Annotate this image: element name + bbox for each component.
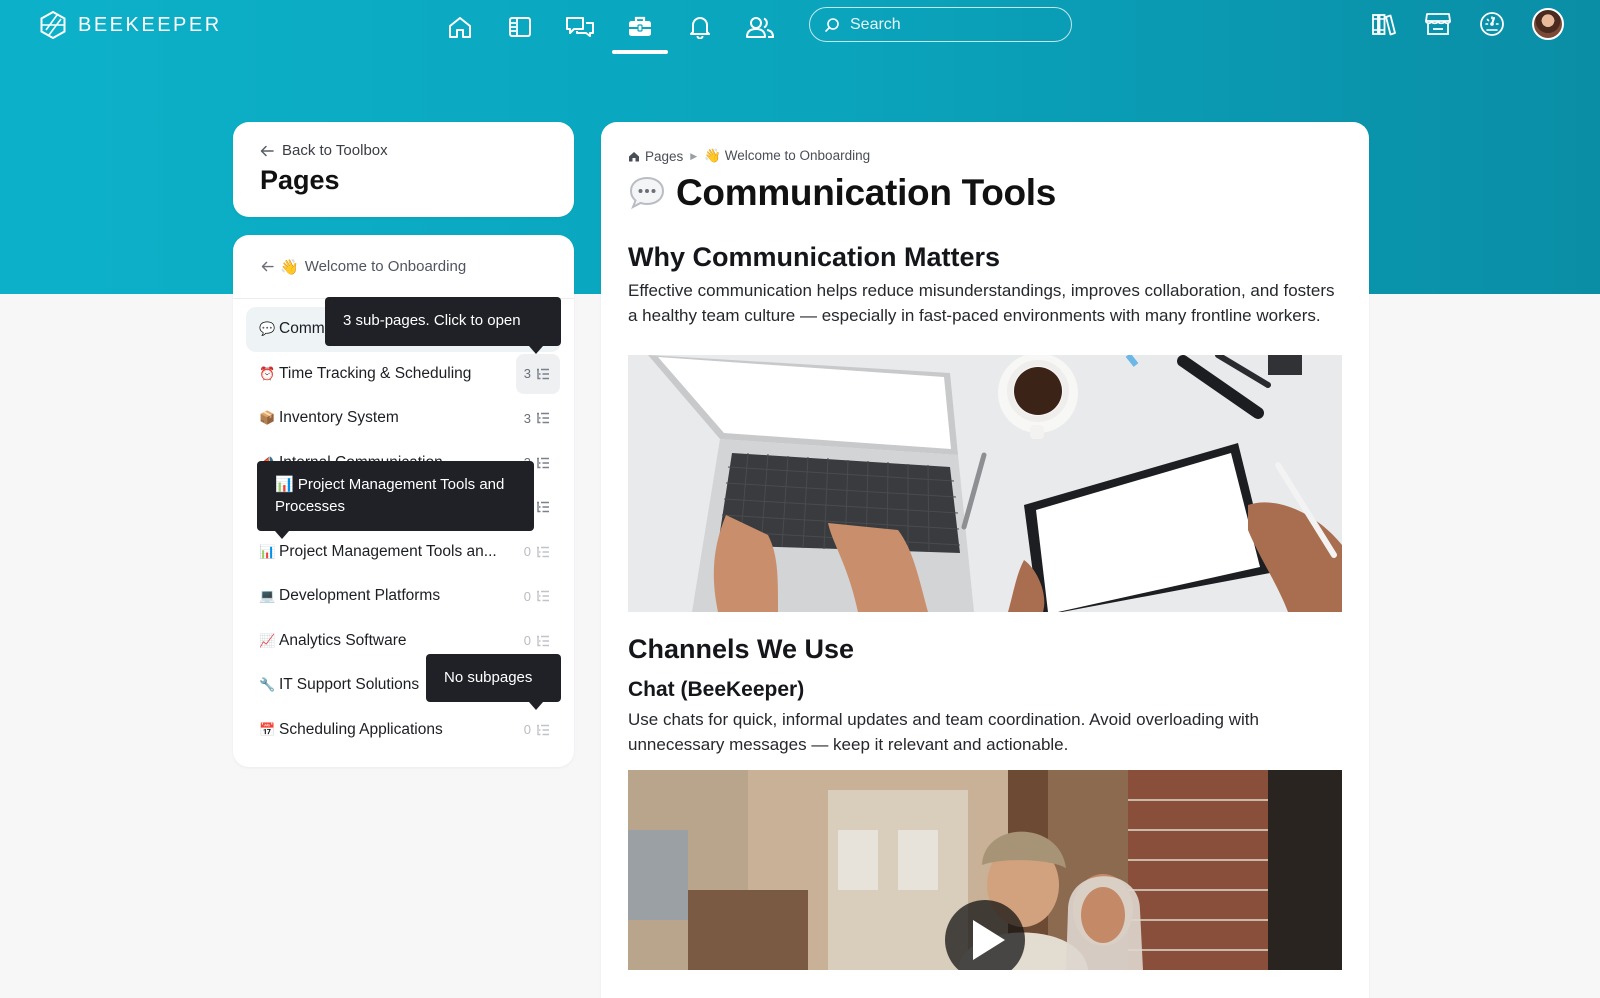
list-tree-icon[interactable]	[536, 634, 554, 648]
subpage-count[interactable]: 0	[517, 544, 531, 559]
laptop-tablet-illustration	[628, 355, 1342, 612]
breadcrumb-pages[interactable]: Pages	[628, 149, 683, 164]
back-to-toolbox-label: Back to Toolbox	[282, 142, 388, 159]
beekeeper-logo-icon	[40, 10, 66, 40]
subpage-label: Scheduling Applications	[279, 720, 443, 738]
speech-bubble-icon	[629, 176, 665, 210]
breadcrumb: Pages ▶ 👋 Welcome to Onboarding	[628, 148, 1342, 164]
search-icon	[825, 17, 839, 32]
subpage-emoji: 📊	[259, 543, 276, 559]
workspace-image[interactable]	[628, 355, 1342, 612]
nav-notifications[interactable]	[670, 0, 730, 54]
subpage-count[interactable]: 3	[517, 366, 531, 381]
nav-toolbox[interactable]	[610, 0, 670, 54]
home-icon	[629, 151, 639, 161]
people-icon	[746, 17, 775, 38]
full-title-tooltip: 📊 Project Management Tools and Processes	[257, 461, 534, 539]
search-box[interactable]	[809, 7, 1072, 42]
subpage-emoji: ⏰	[259, 365, 276, 381]
cafe-photo-illustration	[628, 770, 1342, 970]
header-actions	[1366, 6, 1564, 42]
pages-header-card: Back to Toolbox Pages	[233, 122, 574, 217]
parent-page-link[interactable]: 👋 Welcome to Onboarding	[233, 235, 574, 299]
search-input[interactable]	[850, 15, 1050, 34]
subpage-emoji: 📦	[259, 410, 276, 426]
subpage-count[interactable]: 0	[517, 589, 531, 604]
subpage-item[interactable]: 📦 Inventory System 3	[246, 396, 561, 441]
arrow-left-icon	[261, 261, 274, 272]
subpage-emoji: 💬	[259, 321, 276, 337]
dashboard-icon	[1480, 12, 1504, 36]
subpage-label: Development Platforms	[279, 587, 441, 605]
section-subheading-chat: Chat (BeeKeeper)	[628, 678, 805, 701]
subpage-emoji: 📅	[259, 721, 276, 737]
subpage-label: Inventory System	[279, 409, 399, 427]
bell-icon	[690, 17, 710, 39]
store-icon	[1425, 13, 1451, 35]
section-paragraph-why: Effective communication helps reduce mis…	[628, 281, 1335, 325]
subpage-count[interactable]: 3	[517, 411, 531, 426]
breadcrumb-pages-label: Pages	[645, 148, 684, 164]
chat-icon	[566, 17, 594, 37]
video-thumbnail[interactable]	[628, 770, 1342, 970]
page-title: Communication Tools	[628, 172, 1342, 214]
subpage-item[interactable]: 💻 Development Platforms 0	[246, 574, 561, 619]
subpage-item[interactable]: ⏰ Time Tracking & Scheduling 3	[246, 352, 561, 397]
arrow-left-icon	[260, 145, 274, 156]
full-title-tooltip-text: 📊 Project Management Tools and Processes	[275, 476, 505, 515]
toolbox-icon	[629, 16, 651, 36]
subpages-tooltip: 3 sub-pages. Click to open	[325, 297, 561, 354]
library-button[interactable]	[1366, 6, 1402, 42]
subpage-item[interactable]: 📊 Project Management Tools an... 0	[246, 530, 561, 575]
page-title-text: Communication Tools	[676, 172, 1057, 213]
brand-name: BEEKEEPER	[78, 13, 222, 36]
parent-page-emoji: 👋	[280, 258, 299, 276]
feed-icon	[509, 17, 531, 37]
subpage-item[interactable]: 📅 Scheduling Applications 0	[246, 708, 561, 753]
list-tree-icon[interactable]	[536, 456, 554, 470]
section-heading-channels: Channels We Use	[628, 634, 855, 664]
section-paragraph-chat: Use chats for quick, informal updates an…	[628, 710, 1259, 754]
page-content-card: Pages ▶ 👋 Welcome to Onboarding Communic…	[601, 122, 1369, 998]
nav-people[interactable]	[730, 0, 790, 54]
store-button[interactable]	[1420, 6, 1456, 42]
list-tree-icon[interactable]	[536, 589, 554, 603]
parent-page-label: Welcome to Onboarding	[304, 258, 467, 275]
no-subpages-tooltip-text: No subpages	[444, 669, 533, 686]
subpage-label: Time Tracking & Scheduling	[279, 364, 472, 382]
main-nav	[430, 0, 790, 56]
user-avatar[interactable]	[1532, 8, 1564, 40]
list-tree-icon[interactable]	[536, 723, 554, 737]
nav-chats[interactable]	[550, 0, 610, 54]
no-subpages-tooltip: No subpages	[426, 654, 561, 710]
list-tree-icon[interactable]	[536, 367, 554, 381]
pages-title: Pages	[260, 165, 340, 195]
subpage-label: Project Management Tools an...	[279, 542, 497, 560]
subpage-count[interactable]: 0	[517, 722, 531, 737]
nav-feed[interactable]	[490, 0, 550, 54]
list-tree-icon[interactable]	[536, 411, 554, 425]
brand-logo[interactable]: BEEKEEPER	[38, 10, 222, 40]
home-icon	[449, 17, 471, 38]
chevron-right-icon: ▶	[690, 150, 698, 161]
list-tree-icon[interactable]	[536, 500, 554, 514]
back-to-toolbox-link[interactable]: Back to Toolbox	[260, 142, 547, 159]
subpage-label: Analytics Software	[279, 631, 407, 649]
section-heading-why: Why Communication Matters	[628, 242, 1001, 272]
nav-home[interactable]	[430, 0, 490, 54]
breadcrumb-current[interactable]: 👋 Welcome to Onboarding	[704, 148, 870, 164]
list-tree-icon[interactable]	[536, 545, 554, 559]
subpage-emoji: 📈	[259, 632, 276, 648]
subpages-tooltip-text: 3 sub-pages. Click to open	[343, 312, 521, 329]
subpage-count[interactable]: 0	[517, 633, 531, 648]
subpage-emoji: 🔧	[259, 677, 276, 693]
top-navigation: BEEKEEPER	[0, 0, 1600, 60]
dashboard-button[interactable]	[1474, 6, 1510, 42]
subpage-emoji: 💻	[259, 588, 276, 604]
library-icon	[1372, 14, 1396, 36]
